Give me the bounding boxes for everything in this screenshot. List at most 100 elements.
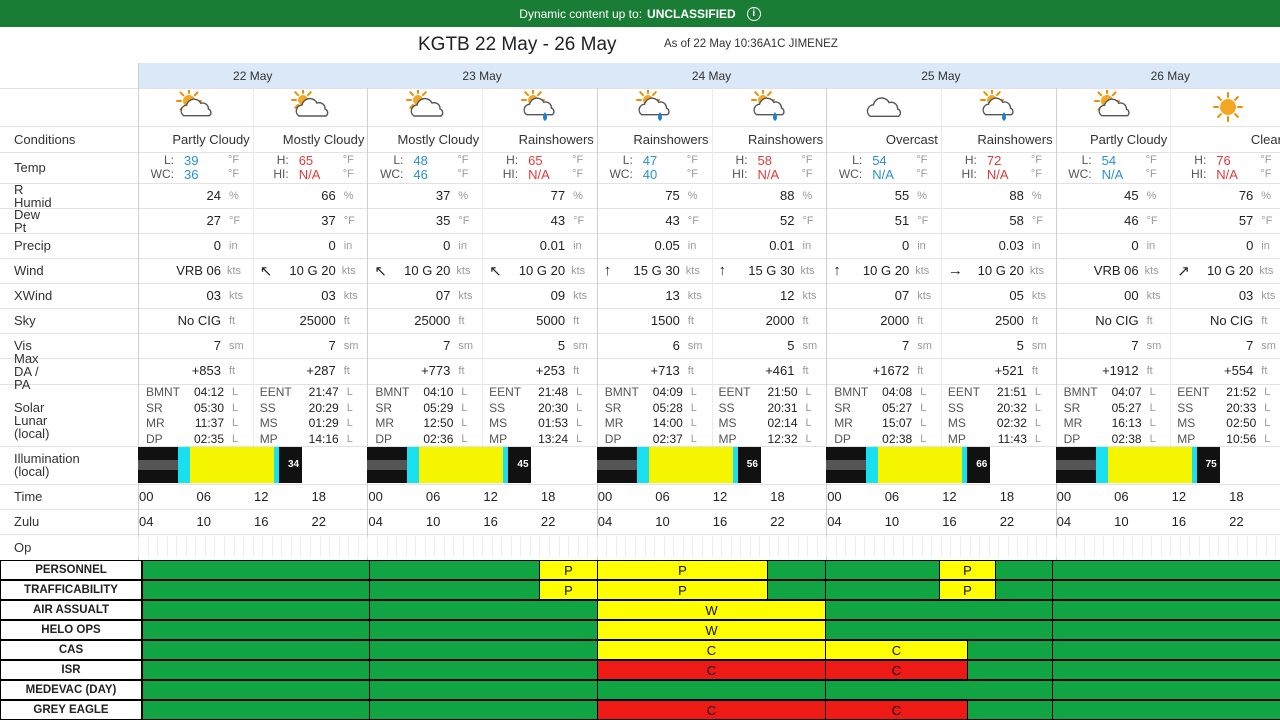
humid-value: 88	[780, 187, 795, 203]
lunar-time: 21:48	[538, 385, 569, 399]
operation-segment[interactable]	[825, 580, 940, 600]
operation-segment[interactable]	[369, 700, 598, 720]
operation-segment[interactable]: W	[597, 620, 826, 640]
xwind-value: 00	[1124, 287, 1139, 303]
row-label-op: Op	[14, 539, 32, 555]
operation-segment[interactable]	[1052, 560, 1280, 580]
row-label-illum: Illumination (local)	[14, 452, 80, 478]
operation-segment[interactable]	[369, 620, 598, 640]
op-hour-gridline	[415, 537, 416, 557]
operation-segment[interactable]: P	[539, 580, 598, 600]
operation-segment[interactable]: C	[825, 700, 968, 720]
op-hour-gridline	[549, 537, 550, 557]
operation-segment[interactable]: C	[597, 640, 826, 660]
operation-segment[interactable]	[767, 560, 826, 580]
xwind-unit: kts	[1146, 289, 1161, 302]
operation-segment[interactable]: C	[597, 700, 826, 720]
operation-segment[interactable]	[369, 600, 598, 620]
operation-segment[interactable]	[369, 660, 598, 680]
solar-time: 14:00	[652, 416, 683, 430]
sky-value: No CIG	[1095, 312, 1139, 328]
operation-segment[interactable]	[142, 700, 370, 720]
row-divider	[0, 88, 1280, 89]
op-hour-gridline	[559, 537, 560, 557]
operation-segment[interactable]	[597, 680, 826, 700]
op-hour-gridline	[845, 537, 846, 557]
lunar-unit: L	[576, 417, 583, 429]
operation-segment[interactable]	[1052, 700, 1280, 720]
op-hour-gridline	[1247, 537, 1248, 557]
operation-segment[interactable]	[142, 660, 370, 680]
operation-segment[interactable]	[142, 620, 370, 640]
operation-segment[interactable]	[1052, 640, 1280, 660]
operation-segment[interactable]	[1052, 580, 1280, 600]
operation-segment[interactable]	[1052, 660, 1280, 680]
lunar-label: MP	[259, 431, 278, 446]
operation-segment[interactable]	[369, 580, 540, 600]
lunar-time: 21:52	[1226, 385, 1257, 399]
lunar-label: EENT	[718, 385, 751, 399]
operation-segment[interactable]	[1052, 680, 1280, 700]
operation-segment[interactable]	[825, 680, 1053, 700]
operation-segment[interactable]	[825, 560, 940, 580]
operation-segment[interactable]: P	[539, 560, 598, 580]
operation-segment[interactable]	[767, 580, 826, 600]
op-hour-gridline	[1151, 537, 1152, 557]
lunar-label: EENT	[259, 385, 292, 399]
operation-segment[interactable]	[967, 640, 1053, 660]
solar-unit: L	[920, 432, 927, 445]
solar-time: 02:35	[193, 431, 224, 446]
operation-segment[interactable]: P	[597, 580, 768, 600]
operation-segment[interactable]	[142, 600, 370, 620]
operation-segment[interactable]: W	[597, 600, 826, 620]
sky-value: 25000	[414, 312, 451, 328]
operation-segment[interactable]	[142, 640, 370, 660]
lunar-label: SS	[259, 400, 276, 415]
op-hour-gridline	[712, 537, 713, 557]
operation-segment[interactable]: P	[597, 560, 768, 580]
operation-segment[interactable]	[142, 560, 370, 580]
humid-unit: %	[1146, 189, 1157, 202]
operation-segment[interactable]	[369, 560, 540, 580]
operation-segment[interactable]	[967, 660, 1053, 680]
operation-segment[interactable]	[369, 640, 598, 660]
op-hour-gridline	[836, 537, 837, 557]
operation-name: GREY EAGLE	[0, 700, 142, 720]
temp-value: N/A	[872, 167, 894, 182]
time-tick: 06	[425, 489, 441, 504]
op-hour-gridline	[989, 537, 990, 557]
condition-text: Mostly Cloudy	[282, 132, 365, 147]
row-divider	[0, 333, 1280, 334]
solar-label: SR	[375, 400, 393, 415]
operation-segment[interactable]	[825, 600, 1053, 620]
lunar-label: MS	[718, 416, 737, 430]
operation-segment[interactable]	[142, 580, 370, 600]
zulu-tick: 10	[196, 514, 211, 529]
temp-label: L:	[393, 153, 404, 167]
da-unit: ft	[687, 365, 694, 377]
op-hour-gridline	[473, 537, 474, 557]
info-icon[interactable]: i	[746, 6, 761, 21]
operation-segment[interactable]	[1052, 600, 1280, 620]
op-hour-gridline	[1256, 537, 1257, 557]
zulu-tick: 16	[1171, 514, 1187, 529]
operation-segment[interactable]: C	[825, 660, 968, 680]
operation-segment[interactable]	[995, 560, 1053, 580]
operation-segment[interactable]	[369, 680, 598, 700]
operation-segment[interactable]: P	[939, 560, 996, 580]
xwind-value: 07	[894, 287, 910, 303]
operation-segment[interactable]: C	[597, 660, 826, 680]
op-hour-gridline	[234, 537, 235, 557]
operation-segment[interactable]: C	[825, 640, 968, 660]
operation-segment[interactable]	[1052, 620, 1280, 640]
lunar-unit: L	[346, 417, 353, 429]
operation-segment[interactable]: P	[939, 580, 996, 600]
temp-label: WC:	[609, 167, 633, 181]
solar-label: SR	[1063, 400, 1081, 415]
operation-segment[interactable]	[825, 620, 1053, 640]
operation-segment[interactable]	[967, 700, 1053, 720]
wind-value: 10 G 20	[1207, 262, 1254, 278]
op-hour-gridline	[272, 537, 273, 557]
operation-segment[interactable]	[995, 580, 1053, 600]
operation-segment[interactable]	[142, 680, 370, 700]
